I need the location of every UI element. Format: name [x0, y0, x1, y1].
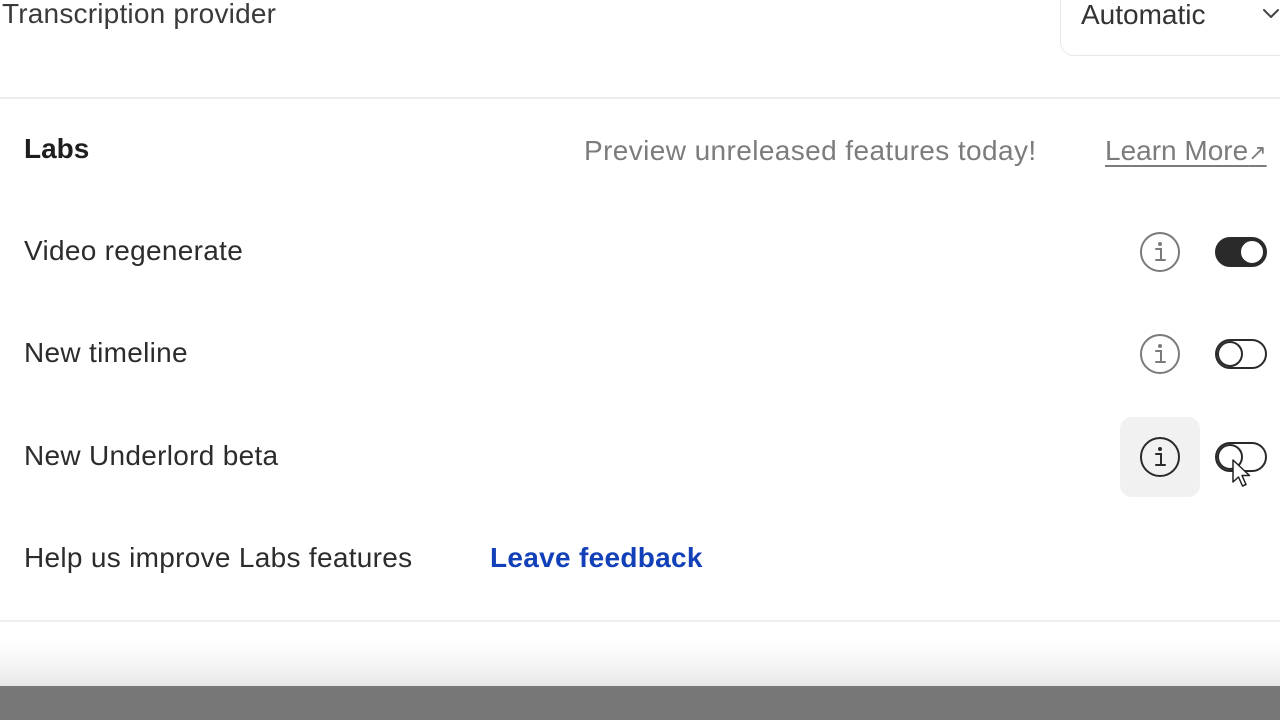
labs-preview-text: Preview unreleased features today!: [584, 135, 1037, 166]
feature-label-new-underlord-beta: New Underlord beta: [24, 440, 279, 471]
feature-label-new-timeline: New timeline: [24, 337, 188, 368]
section-divider: [0, 620, 1280, 622]
leave-feedback-link[interactable]: Leave feedback: [490, 539, 703, 577]
chevron-down-icon: [1263, 9, 1279, 18]
info-circle-icon: [1140, 232, 1180, 272]
feature-label-video-regenerate: Video regenerate: [24, 235, 244, 266]
learn-more-label: Learn More: [1105, 135, 1249, 166]
new-underlord-beta-info-button[interactable]: [1120, 417, 1200, 497]
new-timeline-info-button[interactable]: [1120, 314, 1200, 394]
mouse-pointer-icon: [1232, 459, 1251, 487]
learn-more-link[interactable]: Learn More↗: [1105, 132, 1267, 172]
section-divider: [0, 97, 1280, 99]
info-circle-icon: [1140, 334, 1180, 374]
transcription-provider-select[interactable]: Automatic: [1060, 0, 1280, 56]
toggle-knob: [1217, 341, 1243, 367]
video-regenerate-info-button[interactable]: [1120, 212, 1200, 292]
labs-section-title: Labs: [24, 133, 90, 164]
video-regenerate-toggle[interactable]: [1215, 237, 1267, 267]
background-bar: [0, 686, 1280, 720]
new-timeline-toggle[interactable]: [1215, 339, 1267, 369]
transcription-provider-value: Automatic: [1081, 0, 1206, 30]
info-circle-icon: [1140, 437, 1180, 477]
external-link-icon: ↗: [1248, 140, 1267, 165]
transcription-provider-label: Transcription provider: [2, 0, 277, 29]
toggle-knob: [1239, 239, 1265, 265]
panel-bottom-shadow: [0, 640, 1280, 686]
labs-help-text: Help us improve Labs features: [24, 542, 413, 573]
